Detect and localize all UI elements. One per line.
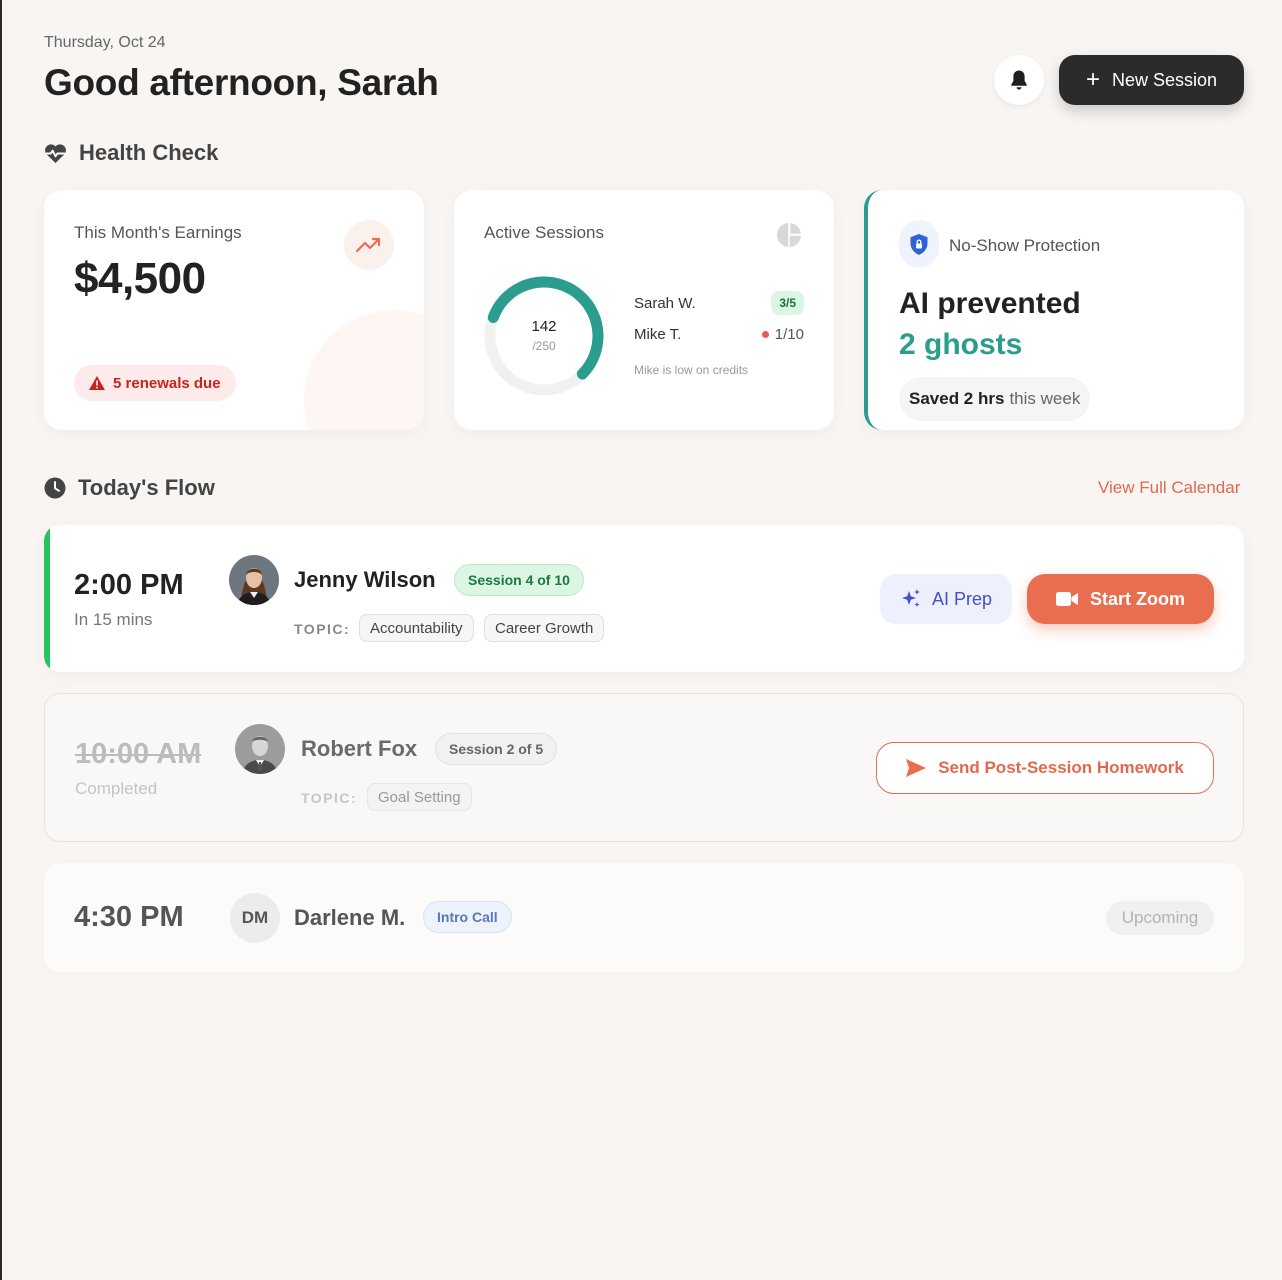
alert-dot-icon xyxy=(761,331,769,338)
avatar-photo-robert xyxy=(235,724,285,774)
low-credit-indicator: 1/10 xyxy=(761,326,804,343)
notifications-button[interactable] xyxy=(994,55,1044,105)
protection-label: No-Show Protection xyxy=(949,236,1101,255)
client-name[interactable]: Darlene M. xyxy=(294,905,405,931)
sessions-used: 142 xyxy=(531,318,557,335)
upcoming-status-badge: Upcoming xyxy=(1106,901,1214,935)
session-count-badge: Session 2 of 5 xyxy=(435,733,558,765)
health-check-title: Health Check xyxy=(79,140,219,165)
avatar xyxy=(229,555,279,605)
topic-tag: Career Growth xyxy=(484,614,605,642)
health-check-heading: Health Check xyxy=(44,140,218,166)
session-status: Completed xyxy=(75,779,158,798)
avatar-initials: DM xyxy=(230,893,280,943)
earnings-label: This Month's Earnings xyxy=(74,223,242,242)
ai-prep-button[interactable]: AI Prep xyxy=(880,574,1012,624)
session-count-badge: Session 4 of 10 xyxy=(454,564,584,596)
earnings-amount: $4,500 xyxy=(74,254,206,303)
bell-icon xyxy=(1011,70,1027,90)
plus-icon: + xyxy=(1085,66,1100,93)
no-show-protection-card: No-Show Protection AI prevented 2 ghosts… xyxy=(864,190,1244,430)
active-indicator xyxy=(44,525,50,672)
topic-tag: Goal Setting xyxy=(367,783,472,811)
time-saved-suffix: this week xyxy=(1009,389,1081,408)
send-icon xyxy=(906,759,927,777)
active-sessions-card: Active Sessions 142 /250 Sarah W. 3/5 Mi… xyxy=(454,190,834,430)
topic-tag: Accountability xyxy=(359,614,474,642)
active-sessions-label: Active Sessions xyxy=(484,223,604,242)
session-row-current[interactable]: 2:00 PM In 15 mins Jenny Wilson Session … xyxy=(44,525,1244,672)
shield-lock-icon xyxy=(910,233,928,255)
sessions-progress-arc xyxy=(484,276,604,396)
todays-flow-title: Today's Flow xyxy=(78,475,215,500)
sessions-donut xyxy=(484,276,604,396)
ai-prep-label: AI Prep xyxy=(931,588,993,609)
trend-up-icon xyxy=(356,237,381,253)
current-date: Thursday, Oct 24 xyxy=(44,34,166,51)
session-countdown: In 15 mins xyxy=(74,610,153,629)
earnings-card: This Month's Earnings $4,500 5 renewals … xyxy=(44,190,424,430)
decorative-circle xyxy=(304,310,424,430)
avatar-photo-jenny xyxy=(229,555,279,605)
start-zoom-label: Start Zoom xyxy=(1089,588,1185,609)
client-credits-badge: 3/5 xyxy=(771,291,804,315)
renewals-text: 5 renewals due xyxy=(113,374,221,392)
send-homework-label: Send Post-Session Homework xyxy=(938,758,1184,777)
ghosts-count: 2 ghosts xyxy=(899,328,1023,361)
session-row-completed[interactable]: 10:00 AM Completed Robert Fox Session 2 … xyxy=(44,693,1244,842)
send-homework-button[interactable]: Send Post-Session Homework xyxy=(876,742,1214,794)
client-row-mike[interactable]: Mike T. 1/10 xyxy=(634,326,804,343)
view-full-calendar-link[interactable]: View Full Calendar xyxy=(1098,478,1240,498)
trend-up-icon-wrap xyxy=(344,220,394,270)
time-saved-pill: Saved 2 hrs this week xyxy=(899,377,1091,421)
session-time: 4:30 PM xyxy=(74,901,184,933)
heartbeat-icon xyxy=(45,143,66,163)
renewals-badge[interactable]: 5 renewals due xyxy=(74,365,236,401)
client-name: Mike T. xyxy=(634,326,682,343)
client-row-sarah[interactable]: Sarah W. 3/5 xyxy=(634,291,804,315)
time-saved-value: Saved 2 hrs xyxy=(909,389,1005,408)
video-camera-icon xyxy=(1055,592,1078,606)
pie-chart-icon[interactable] xyxy=(776,222,802,248)
credits-note: Mike is low on credits xyxy=(634,363,749,377)
topic-label: TOPIC: xyxy=(301,790,358,806)
session-time: 10:00 AM xyxy=(75,738,202,770)
topic-label: TOPIC: xyxy=(294,621,351,637)
client-name[interactable]: Jenny Wilson xyxy=(294,567,436,593)
sessions-total: /250 xyxy=(532,339,556,353)
client-credits: 1/10 xyxy=(774,326,804,343)
new-session-button[interactable]: + New Session xyxy=(1059,55,1244,105)
avatar xyxy=(235,724,285,774)
session-time: 2:00 PM xyxy=(74,569,184,601)
new-session-label: New Session xyxy=(1111,69,1218,90)
session-type-badge: Intro Call xyxy=(423,901,512,933)
start-zoom-button[interactable]: Start Zoom xyxy=(1027,574,1214,624)
shield-icon-wrap xyxy=(899,220,939,268)
todays-flow-heading: Today's Flow xyxy=(44,475,215,501)
ai-prevented-text: AI prevented xyxy=(899,287,1081,320)
client-name[interactable]: Robert Fox xyxy=(301,736,417,762)
client-name: Sarah W. xyxy=(634,294,696,312)
clock-icon xyxy=(44,477,66,499)
page-title: Good afternoon, Sarah xyxy=(44,62,439,103)
sparkles-icon xyxy=(901,589,920,607)
session-row-upcoming[interactable]: 4:30 PM DM Darlene M. Intro Call Upcomin… xyxy=(44,863,1244,972)
warning-icon xyxy=(89,376,105,390)
